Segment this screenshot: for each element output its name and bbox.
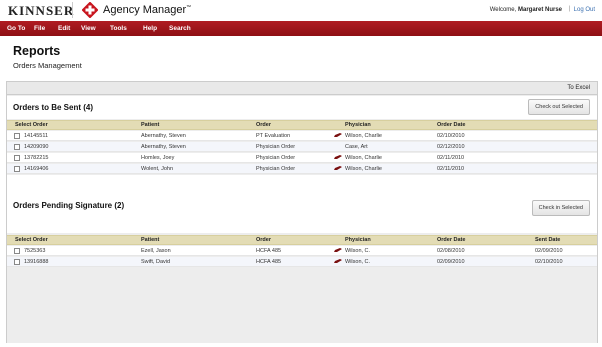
select-checkbox[interactable] xyxy=(14,248,20,254)
order-date: 02/09/2010 xyxy=(437,259,465,265)
panel-empty-area xyxy=(7,273,597,343)
order-id: 13782215 xyxy=(24,155,49,161)
signature-pen-icon xyxy=(334,166,342,170)
order-type[interactable]: Physician Order xyxy=(256,166,295,172)
physician-name: Wilson, Charlie xyxy=(345,155,382,161)
order-type[interactable]: PT Evaluation xyxy=(256,133,290,139)
col-select-order[interactable]: Select Order xyxy=(15,237,48,243)
sent-date: 02/09/2010 xyxy=(535,248,563,254)
physician-name: Wilson, Charlie xyxy=(345,133,382,139)
patient-name[interactable]: Abernathy, Steven xyxy=(141,144,186,150)
menu-go-to[interactable]: Go To xyxy=(7,25,25,32)
agency-manager-logo-icon xyxy=(82,2,98,18)
app-title: Agency Manager™ xyxy=(103,4,191,16)
order-id: 14169406 xyxy=(24,166,49,172)
orders-panel: To Excel Orders to Be Sent (4) Check out… xyxy=(6,81,598,343)
menu-help[interactable]: Help xyxy=(143,25,157,32)
orders-to-send-table-header: Select Order Patient Order Physician Ord… xyxy=(7,120,597,130)
physician-name: Wilson, Charlie xyxy=(345,166,382,172)
menu-view[interactable]: View xyxy=(81,25,96,32)
menu-tools[interactable]: Tools xyxy=(110,25,127,32)
select-checkbox[interactable] xyxy=(14,166,20,172)
col-order-date[interactable]: Order Date xyxy=(437,122,465,128)
physician-name: Wilson, C. xyxy=(345,259,371,265)
orders-pending-title: Orders Pending Signature (2) xyxy=(13,201,125,210)
patient-name[interactable]: Ezell, Jason xyxy=(141,248,171,254)
app-window: KINNSER Agency Manager™ Welcome, Margare… xyxy=(0,0,602,347)
app-name: Agency Manager xyxy=(103,4,187,16)
user-name: Margaret Nurse xyxy=(517,7,562,13)
order-id: 14145511 xyxy=(24,133,49,139)
table-row[interactable]: 7525363 Ezell, Jason HCFA 485 Wilson, C.… xyxy=(7,246,597,256)
col-order[interactable]: Order xyxy=(256,237,271,243)
order-date: 02/12/2010 xyxy=(437,144,465,150)
top-header: KINNSER Agency Manager™ Welcome, Margare… xyxy=(0,0,602,21)
col-select-order[interactable]: Select Order xyxy=(15,122,48,128)
signature-pen-icon xyxy=(334,259,342,263)
orders-pending-header: Orders Pending Signature (2) Check in Se… xyxy=(7,175,597,233)
col-physician[interactable]: Physician xyxy=(345,122,371,128)
header-separator: | xyxy=(568,6,570,12)
col-patient[interactable]: Patient xyxy=(141,122,159,128)
select-checkbox[interactable] xyxy=(14,259,20,265)
order-date: 02/08/2010 xyxy=(437,248,465,254)
check-in-selected-button[interactable]: Check in Selected xyxy=(531,200,590,216)
patient-name[interactable]: Swift, David xyxy=(141,259,170,265)
physician-name: Wilson, C. xyxy=(345,248,371,254)
table-row[interactable]: 13916888 Swift, David HCFA 485 Wilson, C… xyxy=(7,257,597,267)
order-id: 7525363 xyxy=(24,248,46,254)
header-divider xyxy=(72,2,73,18)
export-bar: To Excel xyxy=(7,82,597,95)
table-row[interactable]: 14169406 Wolent, John Physician Order Wi… xyxy=(7,164,597,174)
order-type[interactable]: HCFA 485 xyxy=(256,248,281,254)
order-id: 14209090 xyxy=(24,144,49,150)
patient-name[interactable]: Wolent, John xyxy=(141,166,173,172)
patient-name[interactable]: Abernathy, Steven xyxy=(141,133,186,139)
to-excel-link[interactable]: To Excel xyxy=(567,85,590,91)
col-sent-date[interactable]: Sent Date xyxy=(535,237,560,243)
order-date: 02/10/2010 xyxy=(437,133,465,139)
table-row[interactable]: 14145511 Abernathy, Steven PT Evaluation… xyxy=(7,131,597,141)
sent-date: 02/10/2010 xyxy=(535,259,563,265)
orders-pending-table-header: Select Order Patient Order Physician Ord… xyxy=(7,235,597,245)
table-row[interactable]: 14209090 Abernathy, Steven Physician Ord… xyxy=(7,142,597,152)
signature-pen-icon xyxy=(334,133,342,137)
order-type[interactable]: HCFA 485 xyxy=(256,259,281,265)
menu-edit[interactable]: Edit xyxy=(58,25,70,32)
col-order[interactable]: Order xyxy=(256,122,271,128)
menu-file[interactable]: File xyxy=(34,25,45,32)
welcome-text: Welcome, Margaret Nurse xyxy=(490,7,562,13)
orders-to-send-title: Orders to Be Sent (4) xyxy=(13,103,94,112)
page-title: Reports xyxy=(13,44,61,58)
menu-search[interactable]: Search xyxy=(169,25,191,32)
select-checkbox[interactable] xyxy=(14,155,20,161)
physician-name: Case, Art xyxy=(345,144,368,150)
col-patient[interactable]: Patient xyxy=(141,237,159,243)
check-out-selected-button[interactable]: Check out Selected xyxy=(528,99,590,115)
page-subtitle: Orders Management xyxy=(13,61,82,70)
order-type[interactable]: Physician Order xyxy=(256,155,295,161)
select-checkbox[interactable] xyxy=(14,144,20,150)
kinnser-brand: KINNSER xyxy=(8,3,75,18)
orders-to-send-header: Orders to Be Sent (4) Check out Selected xyxy=(7,96,597,119)
col-physician[interactable]: Physician xyxy=(345,237,371,243)
welcome-prefix: Welcome, xyxy=(489,7,517,13)
table-row[interactable]: 13782215 Homles, Joey Physician Order Wi… xyxy=(7,153,597,163)
order-id: 13916888 xyxy=(24,259,49,265)
trademark: ™ xyxy=(186,4,192,11)
logout-link[interactable]: Log Out xyxy=(574,7,595,13)
order-type[interactable]: Physician Order xyxy=(256,144,295,150)
select-checkbox[interactable] xyxy=(14,133,20,139)
signature-pen-icon xyxy=(334,248,342,252)
signature-pen-icon xyxy=(334,155,342,159)
order-date: 02/11/2010 xyxy=(437,155,465,161)
patient-name[interactable]: Homles, Joey xyxy=(141,155,174,161)
order-date: 02/11/2010 xyxy=(437,166,465,172)
col-order-date[interactable]: Order Date xyxy=(437,237,465,243)
menu-bar: Go To File Edit View Tools Help Search xyxy=(0,21,602,36)
